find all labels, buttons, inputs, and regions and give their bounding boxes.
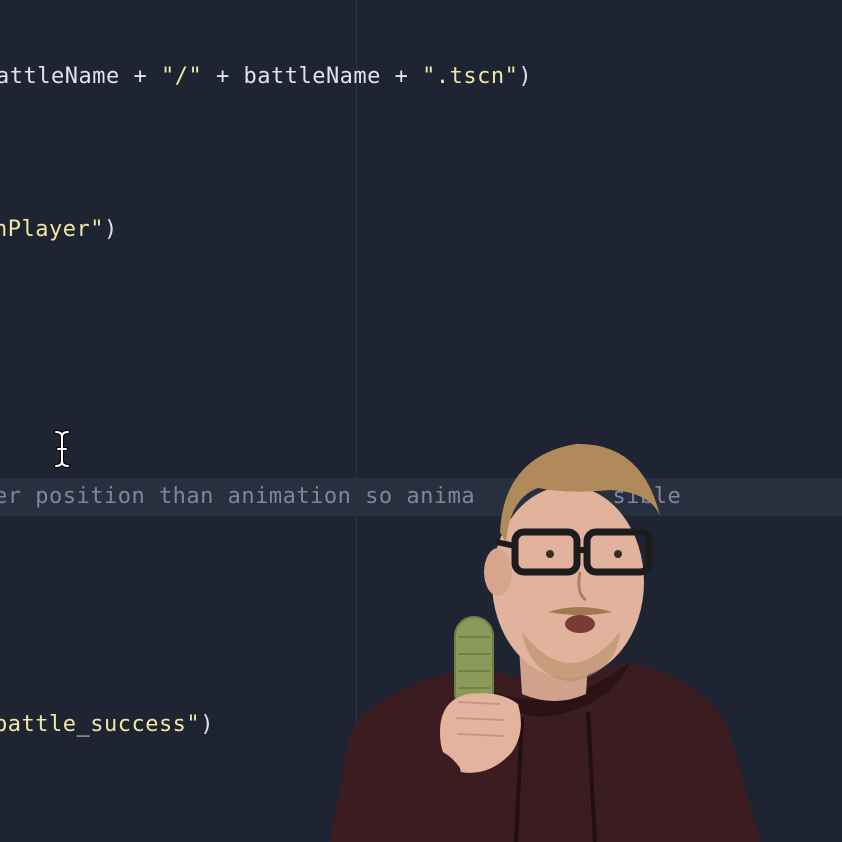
token: ".tscn" xyxy=(422,64,519,89)
token: ) xyxy=(518,64,533,89)
token: battleName xyxy=(243,64,381,89)
code-editor[interactable]: attleName + "/" + battleName + ".tscn") … xyxy=(0,0,842,842)
token: + xyxy=(119,64,161,89)
token: ) xyxy=(200,712,214,737)
i-beam-cursor-icon xyxy=(54,430,70,468)
code-line-4[interactable]: battle_success") xyxy=(0,710,214,740)
token: nPlayer" xyxy=(0,217,104,242)
presenter-webcam-overlay xyxy=(330,443,760,842)
token: battle_success" xyxy=(0,712,201,737)
token: attleName xyxy=(0,64,120,89)
token: + xyxy=(380,64,423,89)
token: "/" xyxy=(160,64,203,89)
token: + xyxy=(202,64,244,89)
code-line-2[interactable]: nPlayer") xyxy=(0,215,118,245)
code-line-1[interactable]: attleName + "/" + battleName + ".tscn") xyxy=(0,62,532,92)
token: ) xyxy=(103,217,118,242)
